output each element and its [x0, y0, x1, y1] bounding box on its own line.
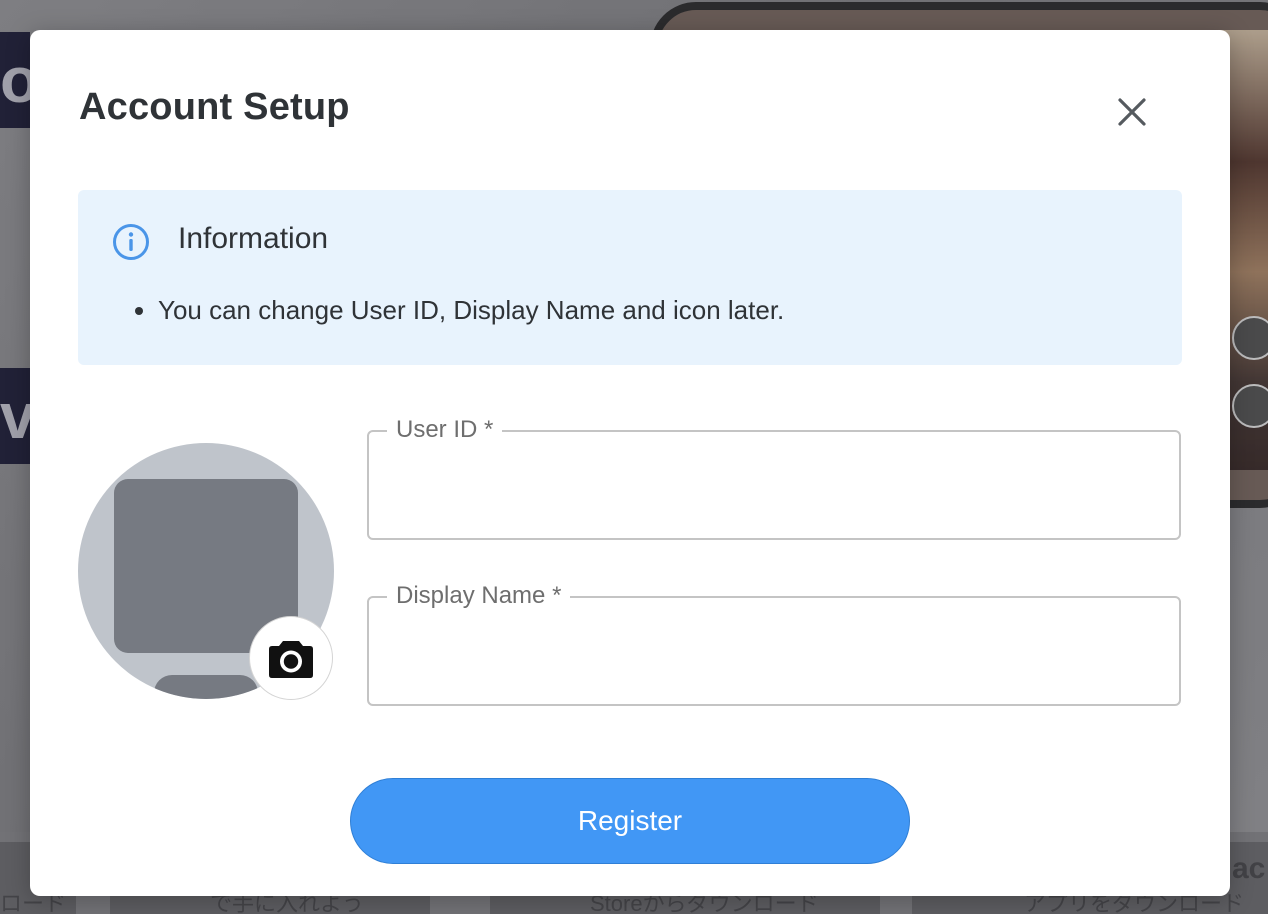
close-icon	[1118, 98, 1146, 126]
user-id-field[interactable]: User ID *	[367, 416, 1181, 540]
display-name-input[interactable]	[385, 622, 1159, 684]
user-id-label: User ID *	[387, 416, 503, 444]
info-heading: Information	[178, 222, 329, 255]
info-list-item: You can change User ID, Display Name and…	[158, 295, 784, 326]
camera-icon	[269, 641, 313, 678]
register-button[interactable]: Register	[350, 778, 910, 864]
dialog-title: Account Setup	[79, 86, 350, 128]
close-button[interactable]	[1110, 90, 1154, 134]
info-icon	[113, 224, 149, 260]
display-name-label-text: Display Name	[396, 582, 546, 609]
user-id-required-mark: *	[484, 416, 494, 443]
display-name-field[interactable]: Display Name *	[367, 582, 1181, 706]
display-name-label: Display Name *	[387, 582, 571, 610]
info-list: You can change User ID, Display Name and…	[126, 295, 784, 326]
change-icon-button[interactable]	[249, 616, 333, 700]
account-setup-dialog: Account Setup Information You can change…	[30, 30, 1230, 896]
display-name-required-mark: *	[552, 582, 562, 609]
info-panel: Information You can change User ID, Disp…	[78, 190, 1182, 365]
user-id-label-text: User ID	[396, 416, 478, 443]
user-id-input[interactable]	[385, 456, 1159, 518]
